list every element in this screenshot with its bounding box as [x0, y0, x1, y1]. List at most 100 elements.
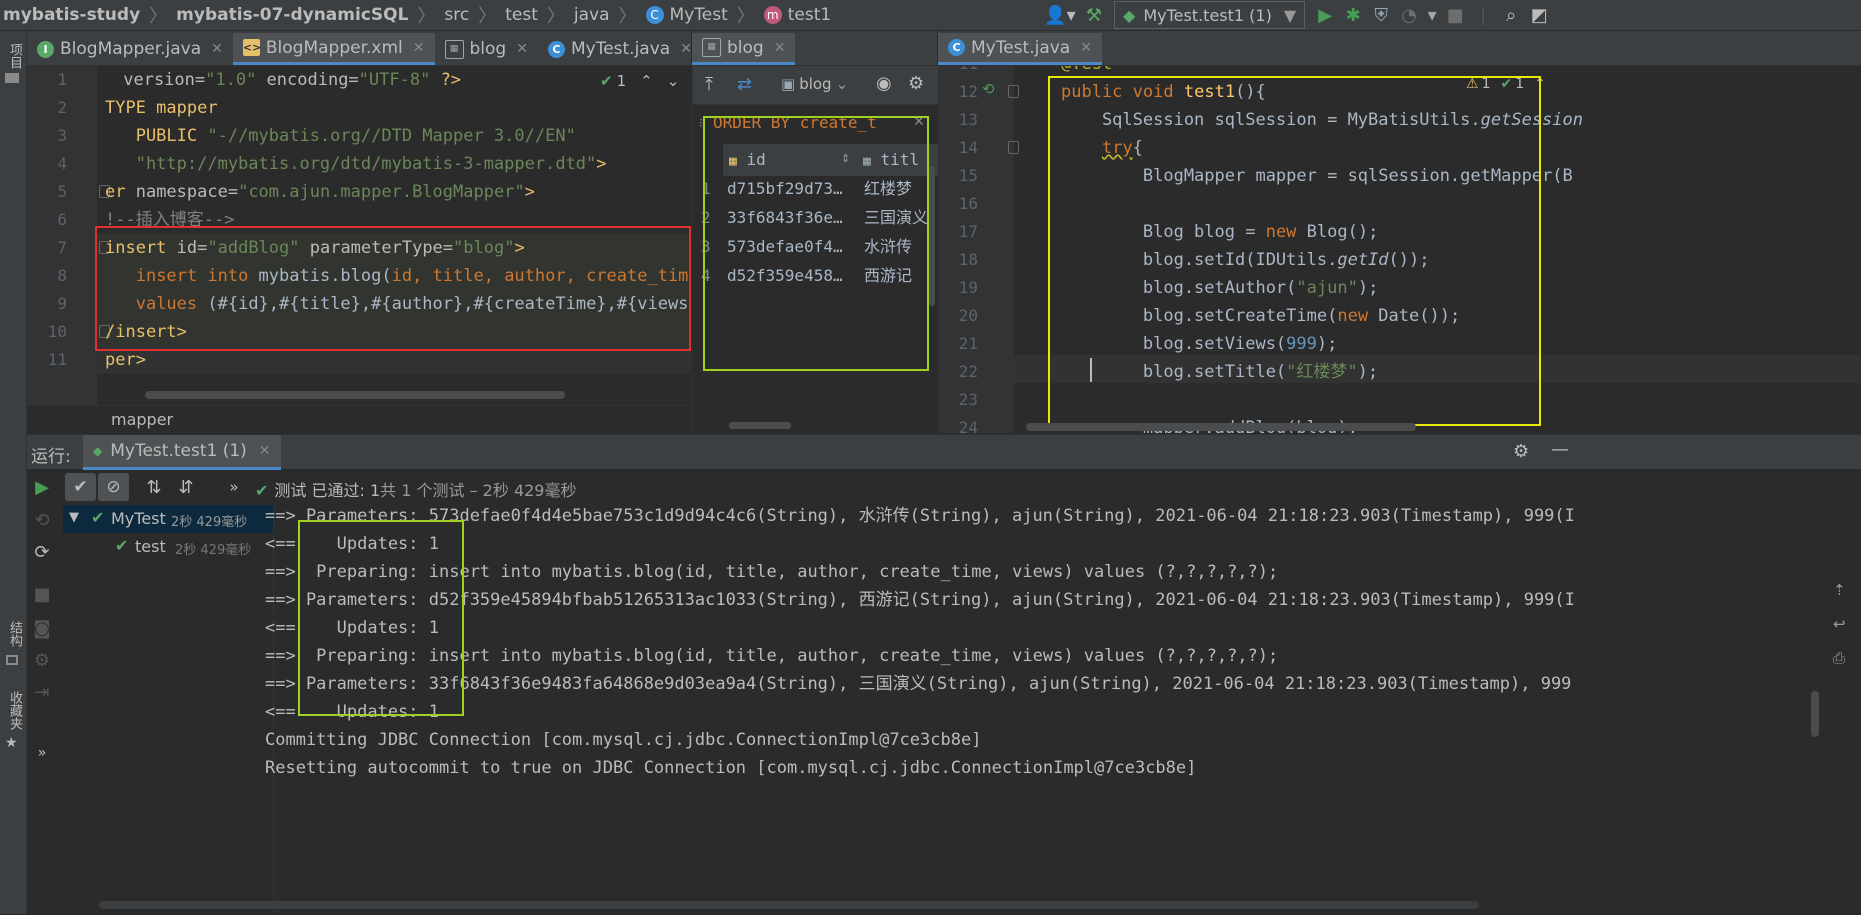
tab-label: MyTest.java	[570, 39, 671, 59]
table-icon: ▦	[444, 39, 464, 59]
horizontal-scrollbar[interactable]	[729, 422, 791, 429]
toggle-autotest-icon[interactable]: ⟳	[29, 539, 55, 565]
camera-icon[interactable]: ◙	[29, 615, 55, 641]
close-icon[interactable]: ✕	[1080, 40, 1092, 56]
line-number: 7	[57, 238, 67, 257]
tab-blog-table[interactable]: ▦ blog ✕	[435, 33, 538, 65]
vertical-scrollbar[interactable]	[929, 166, 935, 306]
breadcrumb-test[interactable]: test	[502, 0, 541, 30]
sort-alphabetically-icon[interactable]: ⇅	[141, 474, 167, 500]
gear-icon[interactable]: ⚙	[1513, 441, 1529, 462]
more-tools-icon[interactable]: »	[29, 740, 55, 766]
favorites-tool-button[interactable]: 收藏夹	[5, 691, 24, 730]
line-number: 9	[57, 294, 67, 313]
close-icon[interactable]: ✕	[211, 41, 223, 57]
show-passed-toggle[interactable]: ✔	[65, 473, 96, 501]
show-ignored-toggle[interactable]: ⊘	[98, 473, 129, 501]
close-icon[interactable]: ✕	[774, 40, 786, 56]
more-icon[interactable]: »	[221, 474, 247, 500]
ide-logo-icon[interactable]: ◩	[1525, 1, 1553, 29]
eye-icon[interactable]: ◉	[876, 73, 892, 94]
project-tool-button[interactable]: 项目	[5, 43, 24, 69]
navigation-bar: mybatis-study 〉 mybatis-07-dynamicSQL 〉 …	[0, 0, 1861, 31]
wrap-icon[interactable]: ↩	[1833, 615, 1846, 633]
breadcrumb-module[interactable]: mybatis-07-dynamicSQL	[173, 0, 411, 30]
rerun-icon[interactable]: ▶	[29, 474, 55, 500]
inspection-count: 1	[616, 72, 627, 90]
settings-icon[interactable]: ⚙	[29, 647, 55, 673]
coverage-icon[interactable]: ⛨	[1367, 1, 1395, 29]
console-output[interactable]: ==> Parameters: 573defae0f4d4e5bae753c1d…	[246, 499, 1836, 915]
line-number: 19	[958, 278, 978, 297]
tab-mytest-java-right[interactable]: C MyTest.java ✕	[938, 33, 1102, 65]
tab-mytest-java[interactable]: C MyTest.java ✕	[538, 33, 702, 65]
close-icon[interactable]: ✕	[516, 41, 528, 57]
gear-icon[interactable]: ⚙	[908, 73, 924, 94]
more-run-options-icon[interactable]: ▾	[1423, 1, 1441, 29]
build-hammer-icon[interactable]: ⚒	[1080, 1, 1108, 29]
line-number: 22	[958, 362, 978, 381]
xml-breadcrumb[interactable]: mapper	[111, 410, 173, 429]
run-icon[interactable]: ▶	[1311, 1, 1339, 29]
close-icon[interactable]: ✕	[413, 40, 425, 56]
check-icon: ✔	[73, 477, 88, 497]
transaction-icon[interactable]: ⇄	[737, 74, 752, 95]
tab-blogmapper-xml[interactable]: <> BlogMapper.xml ✕	[232, 33, 435, 65]
tab-blogmapper-java[interactable]: I BlogMapper.java ✕	[27, 33, 233, 65]
run-test-gutter-icon[interactable]: ⟲	[982, 80, 995, 98]
tab-label: MyTest.test1 (1)	[110, 441, 247, 461]
line-number: 17	[958, 222, 978, 241]
breadcrumb-label: java	[573, 5, 610, 25]
breadcrumb-label: mybatis-study	[3, 5, 141, 25]
xml-editor[interactable]: 1 2 3 4 5 6 7 8 9 10 11 version="1.0" en…	[27, 66, 691, 405]
search-icon[interactable]: ⌕	[1497, 1, 1525, 29]
minimize-icon[interactable]: —	[1551, 439, 1569, 460]
fold-icon[interactable]	[1008, 141, 1019, 154]
stop-icon[interactable]: ■	[29, 581, 55, 607]
inspection-widget[interactable]: ✔ 1 ⌃ ⌄	[600, 70, 679, 92]
tree-row[interactable]: ✔ test 2秒 429毫秒	[63, 533, 273, 561]
editor-right-tabbar: C MyTest.java ✕	[938, 31, 1861, 66]
structure-tool-label: 结构	[7, 621, 22, 647]
print-icon[interactable]: ⎙	[1833, 649, 1845, 667]
line-number: 13	[958, 110, 978, 129]
vertical-scrollbar[interactable]	[1811, 691, 1819, 737]
horizontal-scrollbar[interactable]	[1026, 423, 1416, 431]
sort-by-duration-icon[interactable]: ⇵	[173, 474, 199, 500]
chevron-up-icon[interactable]: ⌃	[640, 72, 653, 90]
tab-label: blog	[469, 39, 507, 59]
scroll-up-icon[interactable]: ⇡	[1833, 581, 1846, 599]
rerun-failed-icon[interactable]: ⟲	[29, 507, 55, 533]
horizontal-scrollbar[interactable]	[99, 901, 1479, 909]
breadcrumb-src[interactable]: src	[441, 0, 472, 30]
line-number: 1	[57, 70, 67, 89]
tab-label: MyTest.java	[971, 37, 1071, 58]
tab-run-mytest[interactable]: ◆ MyTest.test1 (1) ✕	[83, 435, 281, 470]
exit-icon[interactable]: ⇥	[29, 679, 55, 705]
stop-icon[interactable]: ■	[1441, 1, 1469, 29]
fold-icon[interactable]	[1008, 85, 1019, 98]
breadcrumb-project[interactable]: mybatis-study	[0, 0, 143, 30]
run-panel-label: 运行:	[31, 447, 71, 467]
line-number: 12	[958, 82, 978, 101]
tree-item-label: MyTest	[111, 509, 166, 528]
passed-icon: ✔	[255, 481, 269, 500]
tab-blog-db[interactable]: ▦ blog ✕	[692, 33, 796, 65]
profile-icon[interactable]: ◔	[1395, 1, 1423, 29]
chevron-down-icon[interactable]: ⌄	[667, 72, 680, 90]
upload-icon[interactable]: ⤒	[705, 74, 713, 95]
java-editor[interactable]: 11 12 13 14 15 16 17 18 19 20 21 22 23 2…	[938, 66, 1861, 433]
close-icon[interactable]: ✕	[680, 41, 692, 57]
chevron-down-icon[interactable]: ▼	[69, 510, 79, 525]
horizontal-scrollbar[interactable]	[145, 391, 565, 399]
run-config-select[interactable]: ◆ MyTest.test1 (1) ▼	[1114, 1, 1306, 29]
breadcrumb-method[interactable]: m test1	[761, 0, 834, 30]
breadcrumb-java[interactable]: java	[571, 0, 613, 30]
debug-icon[interactable]: ✱	[1339, 1, 1367, 29]
close-icon[interactable]: ✕	[259, 443, 271, 459]
tree-row-selected[interactable]: ▼ ✔ MyTest 2秒 429毫秒	[63, 505, 273, 533]
user-icon[interactable]: 👤▾	[1040, 1, 1080, 29]
schema-select[interactable]: ▣ blog ⌄	[781, 75, 848, 93]
structure-tool-button[interactable]: 结构	[5, 621, 24, 647]
breadcrumb-class[interactable]: C MyTest	[643, 0, 731, 30]
